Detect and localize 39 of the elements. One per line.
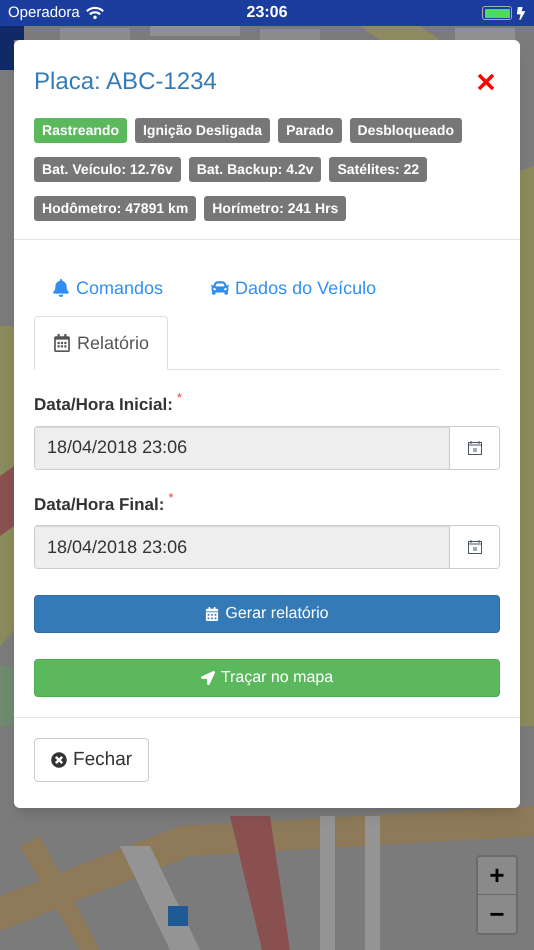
- calendar-button[interactable]: [449, 526, 499, 568]
- status-badge: Bat. Backup: 4.2v: [188, 157, 322, 182]
- clock: 23:06: [246, 3, 288, 23]
- bell-icon: [52, 279, 70, 297]
- field-label: Data/Hora Inicial:: [34, 394, 173, 416]
- tab[interactable]: Comandos: [34, 266, 182, 310]
- location-arrow-icon: [200, 671, 215, 685]
- calendar-icon: [53, 334, 71, 352]
- battery-icon: [482, 6, 512, 20]
- calendar-button[interactable]: [449, 426, 499, 468]
- required-marker: *: [168, 488, 174, 506]
- zoom-in-button[interactable]: +: [478, 857, 516, 895]
- calendar-icon: [466, 440, 482, 456]
- action-button[interactable]: Gerar relatório: [34, 595, 500, 633]
- dialog-title: Placa: ABC-1234: [34, 67, 217, 97]
- wifi-icon: [86, 6, 104, 20]
- status-badge: Bat. Veículo: 12.76v: [34, 157, 181, 182]
- status-badge: Satélites: 22: [329, 157, 428, 182]
- close-button[interactable]: Fechar: [34, 738, 150, 782]
- close-icon[interactable]: [476, 72, 496, 92]
- date-field[interactable]: 18/04/2018 23:06: [34, 426, 500, 470]
- status-badge: Hodômetro: 47891 km: [34, 196, 196, 221]
- status-badge: Parado: [278, 118, 342, 143]
- close-icon: [51, 752, 67, 768]
- zoom-out-button[interactable]: −: [478, 895, 516, 933]
- tab[interactable]: Relatório: [34, 316, 168, 370]
- status-badge: Rastreando: [34, 118, 128, 143]
- field-label: Data/Hora Final:: [34, 494, 164, 516]
- tab[interactable]: Dados do Veículo: [193, 266, 394, 310]
- calendar-icon: [205, 607, 220, 621]
- car-icon: [211, 279, 230, 297]
- required-marker: *: [176, 389, 182, 407]
- date-field[interactable]: 18/04/2018 23:06: [34, 525, 500, 569]
- status-badge: Horímetro: 241 Hrs: [204, 196, 346, 221]
- calendar-icon: [466, 539, 482, 555]
- status-badge: Ignição Desligada: [135, 118, 270, 143]
- charging-icon: [516, 6, 526, 20]
- status-badge: Desbloqueado: [350, 118, 462, 143]
- carrier-name: Operadora: [8, 2, 80, 23]
